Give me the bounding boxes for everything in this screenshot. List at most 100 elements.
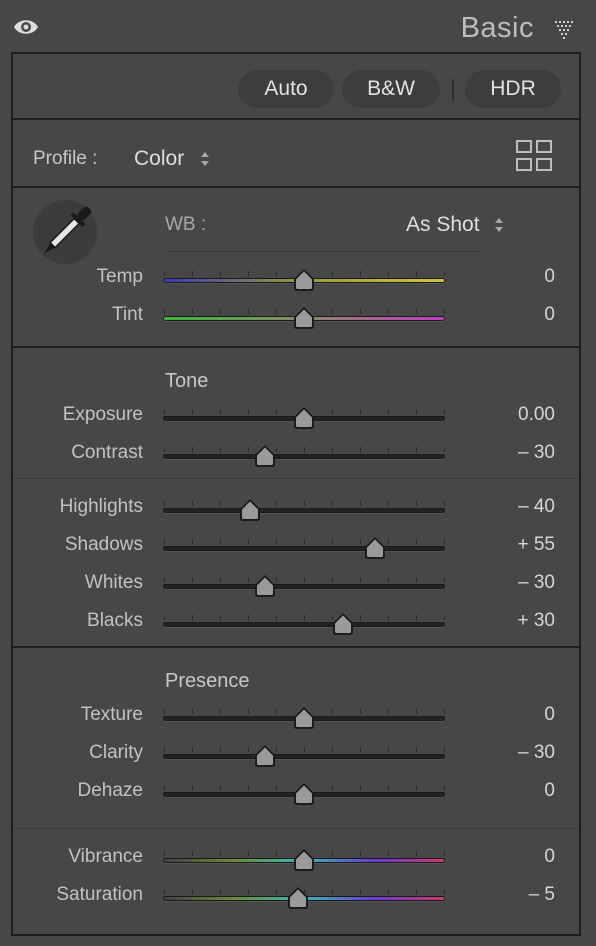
- clarity-slider-track[interactable]: [163, 754, 445, 759]
- slider-tick: [360, 539, 361, 544]
- slider-tick: [220, 615, 221, 620]
- slider-tick: [332, 709, 333, 714]
- hdr-button[interactable]: HDR: [465, 70, 561, 108]
- shadows-value[interactable]: + 55: [435, 534, 555, 556]
- slider-tick: [164, 447, 165, 452]
- exposure-label: Exposure: [62, 404, 143, 425]
- slider-tick: [220, 447, 221, 452]
- slider-tick: [192, 501, 193, 506]
- slider-tick: [192, 447, 193, 452]
- slider-tick: [388, 309, 389, 314]
- whites-slider-thumb[interactable]: [253, 574, 277, 598]
- profile-select[interactable]: Color: [134, 147, 184, 171]
- slider-tick: [332, 309, 333, 314]
- slider-tick: [416, 851, 417, 856]
- contrast-value[interactable]: – 30: [435, 442, 555, 464]
- slider-tick: [416, 615, 417, 620]
- slider-tick: [276, 539, 277, 544]
- exposure-slider-thumb[interactable]: [292, 406, 316, 430]
- panel-title[interactable]: Basic: [461, 12, 534, 45]
- dehaze-value[interactable]: 0: [435, 780, 555, 802]
- slider-tick: [332, 577, 333, 582]
- divider: [13, 118, 579, 120]
- contrast-slider-track[interactable]: [163, 454, 445, 459]
- tint-value[interactable]: 0: [435, 304, 555, 326]
- shadows-slider-thumb[interactable]: [363, 536, 387, 560]
- exposure-value[interactable]: 0.00: [435, 404, 555, 426]
- contrast-slider-thumb[interactable]: [253, 444, 277, 468]
- collapse-triangle-icon[interactable]: [554, 18, 576, 40]
- slider-tick: [332, 539, 333, 544]
- slider-tick: [248, 271, 249, 276]
- divider: [13, 646, 579, 648]
- whites-slider-track[interactable]: [163, 584, 445, 589]
- clarity-value[interactable]: – 30: [435, 742, 555, 764]
- slider-tick: [360, 851, 361, 856]
- blacks-value[interactable]: + 30: [435, 610, 555, 632]
- texture-value[interactable]: 0: [435, 704, 555, 726]
- slider-tick: [416, 577, 417, 582]
- slider-tick: [192, 709, 193, 714]
- wb-label: WB :: [165, 214, 207, 235]
- slider-tick: [360, 747, 361, 752]
- slider-tick: [388, 709, 389, 714]
- slider-tick: [248, 747, 249, 752]
- blacks-slider-track[interactable]: [163, 622, 445, 627]
- slider-tick: [360, 271, 361, 276]
- white-balance-picker[interactable]: [33, 200, 97, 264]
- slider-tick: [416, 309, 417, 314]
- highlights-slider-track[interactable]: [163, 508, 445, 513]
- auto-button[interactable]: Auto: [238, 70, 334, 108]
- slider-tick: [416, 747, 417, 752]
- slider-tick: [192, 747, 193, 752]
- tint-slider-thumb[interactable]: [292, 306, 316, 330]
- temp-slider-thumb[interactable]: [292, 268, 316, 292]
- highlights-slider-thumb[interactable]: [238, 498, 262, 522]
- slider-tick: [388, 271, 389, 276]
- saturation-slider-thumb[interactable]: [286, 886, 310, 910]
- slider-tick: [164, 539, 165, 544]
- whites-label: Whites: [84, 572, 143, 593]
- slider-tick: [220, 709, 221, 714]
- highlights-value[interactable]: – 40: [435, 496, 555, 518]
- updown-arrows-icon[interactable]: [494, 217, 504, 233]
- contrast-label: Contrast: [71, 442, 143, 463]
- slider-tick: [416, 785, 417, 790]
- wb-select[interactable]: As Shot: [406, 213, 480, 237]
- slider-tick: [388, 747, 389, 752]
- slider-tick: [360, 709, 361, 714]
- slider-tick: [192, 271, 193, 276]
- updown-arrows-icon[interactable]: [200, 151, 210, 167]
- divider: [13, 186, 579, 188]
- clarity-slider-thumb[interactable]: [253, 744, 277, 768]
- dehaze-slider-thumb[interactable]: [292, 782, 316, 806]
- shadows-label: Shadows: [64, 534, 143, 555]
- slider-tick: [416, 447, 417, 452]
- vibrance-value[interactable]: 0: [435, 846, 555, 868]
- bw-button[interactable]: B&W: [342, 70, 440, 108]
- temp-value[interactable]: 0: [435, 266, 555, 288]
- slider-tick: [304, 447, 305, 452]
- slider-tick: [248, 709, 249, 714]
- slider-tick: [388, 785, 389, 790]
- blacks-slider-thumb[interactable]: [331, 612, 355, 636]
- highlights-label: Highlights: [59, 496, 143, 517]
- slider-tick: [192, 539, 193, 544]
- texture-slider-thumb[interactable]: [292, 706, 316, 730]
- saturation-value[interactable]: – 5: [435, 884, 555, 906]
- temp-label: Temp: [96, 266, 143, 287]
- presence-heading: Presence: [165, 670, 250, 692]
- shadows-slider-track[interactable]: [163, 546, 445, 551]
- slider-tick: [192, 309, 193, 314]
- eye-icon[interactable]: [13, 17, 39, 37]
- profile-browser-grid-icon[interactable]: [515, 138, 555, 174]
- slider-tick: [388, 539, 389, 544]
- slider-tick: [360, 409, 361, 414]
- vibrance-slider-thumb[interactable]: [292, 848, 316, 872]
- slider-tick: [220, 539, 221, 544]
- slider-tick: [164, 785, 165, 790]
- slider-tick: [164, 409, 165, 414]
- slider-tick: [220, 271, 221, 276]
- whites-value[interactable]: – 30: [435, 572, 555, 594]
- dehaze-label: Dehaze: [77, 780, 144, 801]
